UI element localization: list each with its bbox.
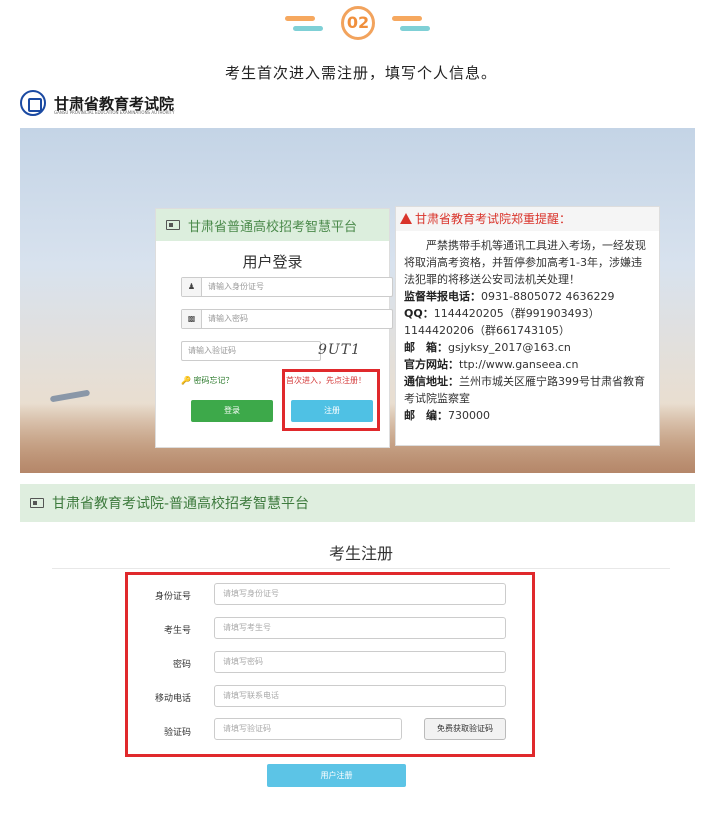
right-deco-bar xyxy=(392,16,422,21)
page: 02 考生首次进入需注册，填写个人信息。 甘肃省教育考试院 GANSU PROV… xyxy=(0,0,722,813)
notice-body: 严禁携带手机等通讯工具进入考场，一经发现将取消高考资格，并暂停参加高考1-3年，… xyxy=(396,231,659,424)
user-icon: ♟ xyxy=(182,278,202,296)
notice-website: 官方网站：ttp://www.ganseea.cn xyxy=(404,358,579,371)
right-deco-bar-2 xyxy=(400,26,430,31)
highlight-box xyxy=(282,369,380,431)
seal-icon xyxy=(20,90,46,116)
captcha-placeholder: 请输入验证码 xyxy=(188,346,236,355)
id-card-icon xyxy=(30,498,44,508)
notice-email: 邮 箱：gsjyksy_2017@163.cn xyxy=(404,341,571,354)
password-input[interactable]: ▩ 请输入密码 xyxy=(181,309,393,329)
step-number: 02 xyxy=(341,6,375,40)
divider xyxy=(52,568,670,569)
notice-address: 通信地址：兰州市城关区雁宁路399号甘肃省教育考试院监察室 xyxy=(404,375,645,405)
forgot-text: 密码忘记？ xyxy=(193,376,234,385)
register-title: 考生注册 xyxy=(328,544,393,563)
login-header: 甘肃省普通高校招考智慧平台 xyxy=(156,209,389,241)
form-highlight-box xyxy=(125,572,535,757)
platform-title: 甘肃省教育考试院-普通高校招考智慧平台 xyxy=(52,496,310,512)
captcha-image[interactable]: 9UT1 xyxy=(318,342,378,362)
notice-header: 甘肃省教育考试院郑重提醒： xyxy=(396,207,659,231)
step-caption: 考生首次进入需注册，填写个人信息。 xyxy=(224,64,497,82)
login-header-text: 甘肃省普通高校招考智慧平台 xyxy=(188,219,358,235)
id-card-icon xyxy=(166,220,180,230)
airplane-icon xyxy=(49,389,91,403)
logo-subtitle: GANSU PROVINCIAL EDUCATION EXAMINATIONS … xyxy=(54,110,175,115)
hero-banner: 甘肃省普通高校招考智慧平台 用户登录 ♟ 请输入身份证号 ▩ 请输入密码 请输入验证… xyxy=(20,128,695,473)
captcha-input[interactable]: 请输入验证码 xyxy=(181,341,321,361)
site-logo: 甘肃省教育考试院 GANSU PROVINCIAL EDUCATION EXAM… xyxy=(20,88,174,118)
notice-postcode: 邮 编：730000 xyxy=(404,409,490,422)
step-badge: 02 xyxy=(0,6,722,42)
password-placeholder: 请输入密码 xyxy=(208,314,248,323)
notice-intro: 严禁携带手机等通讯工具进入考场，一经发现将取消高考资格，并暂停参加高考1-3年，… xyxy=(404,239,646,286)
notice-title: 甘肃省教育考试院郑重提醒： xyxy=(415,212,572,226)
notice-hotline: 监督举报电话：0931-8805072 4636229 xyxy=(404,290,615,303)
login-panel: 甘肃省普通高校招考智慧平台 用户登录 ♟ 请输入身份证号 ▩ 请输入密码 请输入验证… xyxy=(155,208,393,448)
id-input[interactable]: ♟ 请输入身份证号 xyxy=(181,277,393,297)
platform-header: 甘肃省教育考试院-普通高校招考智慧平台 xyxy=(20,484,695,522)
login-button[interactable]: 登录 xyxy=(191,400,273,422)
id-placeholder: 请输入身份证号 xyxy=(208,282,264,291)
left-deco-bar xyxy=(285,16,315,21)
lock-icon: ▩ xyxy=(182,310,202,328)
warning-icon xyxy=(400,213,412,224)
left-deco-bar-2 xyxy=(293,26,323,31)
login-title: 用户登录 xyxy=(242,253,303,271)
submit-register-button[interactable]: 用户注册 xyxy=(267,764,406,787)
forgot-password-link[interactable]: 🔑 密码忘记？ xyxy=(181,375,234,386)
notice-panel: 甘肃省教育考试院郑重提醒： 严禁携带手机等通讯工具进入考场，一经发现将取消高考资… xyxy=(395,206,660,446)
notice-qq: QQ：1144420205（群991903493）1144420206（群661… xyxy=(404,307,600,337)
